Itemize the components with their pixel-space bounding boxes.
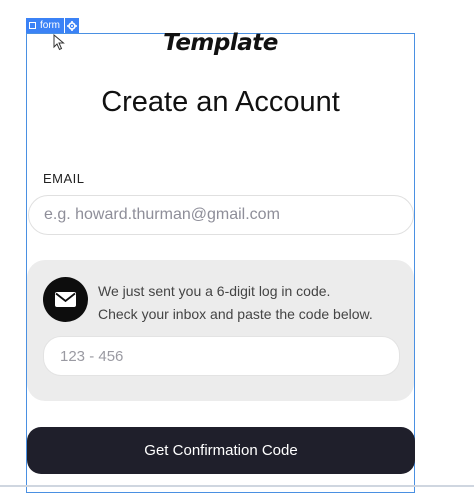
brand-logo: Template: [163, 30, 278, 56]
gear-icon: [67, 20, 77, 31]
page-title: Create an Account: [101, 86, 340, 118]
mail-icon: [55, 292, 76, 307]
email-label: EMAIL: [43, 171, 85, 186]
verification-code-input[interactable]: [43, 336, 400, 376]
email-field[interactable]: [28, 195, 414, 235]
get-confirmation-code-button[interactable]: Get Confirmation Code: [27, 427, 415, 474]
verification-line-1: We just sent you a 6-digit log in code.: [98, 283, 331, 299]
verification-panel: We just sent you a 6-digit log in code. …: [27, 260, 414, 401]
verification-message: We just sent you a 6-digit log in code. …: [98, 280, 398, 326]
square-outline-icon: [29, 22, 36, 29]
verification-line-2: Check your inbox and paste the code belo…: [98, 306, 373, 322]
mail-badge: [43, 277, 88, 322]
